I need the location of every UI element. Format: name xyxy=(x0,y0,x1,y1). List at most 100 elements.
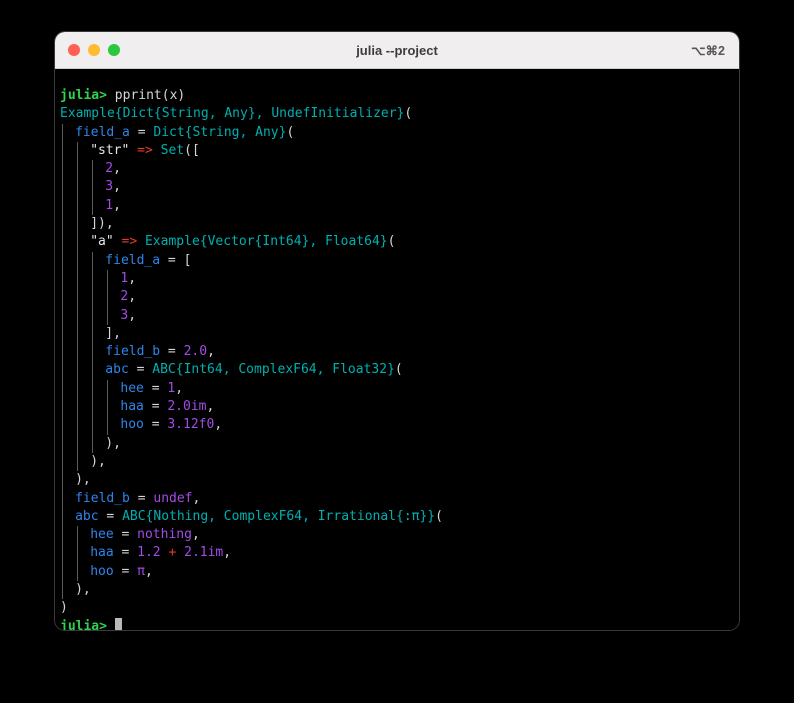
terminal-line: field_a = [ xyxy=(60,251,739,270)
token-punct: , xyxy=(191,527,200,543)
token-plain: = xyxy=(113,545,138,561)
token-punct: ( xyxy=(435,508,443,524)
token-punct: , xyxy=(214,417,223,433)
indent-guide xyxy=(107,288,109,307)
token-prompt: julia> xyxy=(60,88,107,103)
terminal-line: ]), xyxy=(60,215,739,234)
close-button[interactable] xyxy=(68,44,80,56)
indent-guide xyxy=(62,123,63,142)
keyboard-shortcut-hint: ⌥⌘2 xyxy=(691,43,725,58)
terminal-line: 2, xyxy=(60,288,739,307)
terminal-line: 2, xyxy=(60,160,739,179)
terminal-body[interactable]: julia> pprint(x) Example{Dict{String, Any… xyxy=(55,69,739,630)
indent-guide xyxy=(77,233,79,252)
terminal-line-text: hee = 1, xyxy=(120,380,183,398)
indent-guide xyxy=(62,581,63,600)
terminal-line-text: 2, xyxy=(120,288,136,306)
token-plain: = xyxy=(143,380,168,396)
token-type: ABC{Nothing, ComplexF64, Irrational{:π}} xyxy=(122,508,436,524)
minimize-button[interactable] xyxy=(88,44,100,56)
text-cursor xyxy=(114,617,123,630)
token-punct: , xyxy=(113,179,121,195)
indent-guide xyxy=(62,434,63,453)
terminal-line: abc = ABC{Nothing, ComplexF64, Irrationa… xyxy=(60,507,739,527)
indent-guide xyxy=(92,306,94,325)
terminal-line-text: abc = ABC{Int64, ComplexF64, Float32}( xyxy=(105,361,402,379)
token-type: Example{Dict{String, Any}, UndefInitiali… xyxy=(60,106,405,122)
indent-guide xyxy=(62,526,63,545)
window-title: julia --project xyxy=(356,42,438,58)
indent-guide xyxy=(77,361,79,380)
token-punct: , xyxy=(128,307,137,323)
indent-guide xyxy=(92,196,94,216)
token-str: "a" xyxy=(90,234,114,250)
token-punct: [ xyxy=(183,252,192,268)
token-num: 2.0im xyxy=(167,399,207,415)
token-num: 1.2 xyxy=(137,545,161,561)
terminal-line-text: ), xyxy=(75,471,91,489)
terminal-line: hoo = π, xyxy=(60,562,739,582)
token-punct: , xyxy=(206,399,215,415)
token-punct: ( xyxy=(387,234,396,250)
terminal-line: 1, xyxy=(60,196,739,216)
terminal-output: julia> pprint(x) Example{Dict{String, Any… xyxy=(55,87,739,630)
terminal-line: field_a = Dict{String, Any}( xyxy=(60,123,739,142)
indent-guide xyxy=(77,251,79,270)
token-plain: pprint(x) xyxy=(106,88,186,103)
maximize-button[interactable] xyxy=(108,44,120,56)
indent-guide xyxy=(62,562,63,582)
terminal-line: haa = 1.2 + 2.1im, xyxy=(60,544,739,563)
terminal-line-text: haa = 1.2 + 2.1im, xyxy=(90,544,231,562)
indent-guide xyxy=(77,452,79,472)
token-field: haa xyxy=(120,399,144,415)
indent-guide xyxy=(62,233,63,252)
indent-guide xyxy=(77,526,79,545)
indent-guide xyxy=(77,562,79,582)
token-plain: = xyxy=(129,124,154,140)
indent-guide xyxy=(77,141,79,161)
terminal-line: ), xyxy=(60,471,739,490)
token-field: hoo xyxy=(120,417,144,433)
indent-guide xyxy=(77,160,79,179)
terminal-line-text: 1, xyxy=(105,197,121,215)
token-plain: = xyxy=(160,252,184,268)
token-field: hoo xyxy=(90,563,114,579)
indent-guide xyxy=(62,306,63,325)
indent-guide xyxy=(62,141,63,161)
terminal-line: 3, xyxy=(60,306,739,325)
indent-guide xyxy=(77,544,79,563)
token-punct: ( xyxy=(404,106,413,122)
token-punct: , xyxy=(192,490,201,506)
indent-guide xyxy=(92,361,94,380)
terminal-line-text: hee = nothing, xyxy=(90,526,200,544)
token-field: abc xyxy=(105,362,129,378)
token-field: hee xyxy=(120,380,144,396)
token-plain: = xyxy=(128,362,153,378)
terminal-window: julia --project ⌥⌘2 julia> pprint(x) Exam… xyxy=(55,32,739,630)
token-punct: ), xyxy=(90,453,106,469)
indent-guide xyxy=(62,398,63,417)
indent-guide xyxy=(92,343,94,362)
terminal-line: ), xyxy=(60,452,739,472)
token-punct: , xyxy=(113,161,121,177)
token-punct: , xyxy=(175,380,184,396)
terminal-line: haa = 2.0im, xyxy=(60,398,739,417)
indent-guide xyxy=(62,379,63,399)
token-punct: , xyxy=(128,289,137,305)
terminal-line-text: ]), xyxy=(90,215,113,233)
token-type: Dict{String, Any} xyxy=(153,124,287,140)
terminal-line-text: "a" => Example{Vector{Int64}, Float64}( xyxy=(90,233,395,251)
terminal-line: 1, xyxy=(60,269,739,289)
token-punct: , xyxy=(223,545,232,561)
terminal-line-text: field_a = Dict{String, Any}( xyxy=(75,124,294,142)
indent-guide xyxy=(62,544,63,563)
indent-guide xyxy=(77,215,79,234)
token-num: π xyxy=(137,563,145,579)
token-plain: = xyxy=(143,417,168,433)
terminal-line: julia> xyxy=(60,617,739,630)
indent-guide xyxy=(107,398,109,417)
